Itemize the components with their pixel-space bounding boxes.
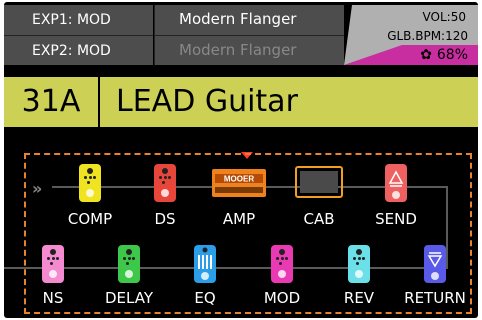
delay-label: DELAY: [105, 289, 153, 307]
current-effect-name[interactable]: Modern Flanger: [154, 5, 344, 35]
amp-brand: MOOER: [224, 175, 254, 184]
ds-label: DS: [154, 210, 176, 228]
chain-line-bottom: [4, 267, 448, 269]
pedal-screen: EXP1: MOD EXP2: MOD Modern Flanger Moder…: [4, 2, 478, 318]
input-arrows-icon: »: [32, 179, 43, 198]
comp-pedal[interactable]: [79, 164, 101, 202]
bpm-readout: GLB.BPM:120: [387, 29, 468, 43]
return-icon[interactable]: [424, 245, 446, 283]
chain-line-right: [446, 186, 448, 268]
eq-icon[interactable]: [194, 245, 216, 283]
exp1-assignment[interactable]: EXP1: MOD: [4, 5, 153, 35]
amp-icon[interactable]: MOOER: [212, 169, 266, 197]
send-icon[interactable]: [385, 164, 407, 202]
rev-label: REV: [343, 289, 375, 307]
cab-label: CAB: [303, 210, 335, 228]
comp-label: COMP: [67, 210, 113, 228]
battery-readout: ✿ 68%: [420, 47, 468, 63]
gear-icon: ✿: [420, 47, 432, 63]
ns-label: NS: [42, 289, 64, 307]
status-panel: VOL:50 GLB.BPM:120 ✿ 68%: [344, 5, 478, 65]
exp2-assignment[interactable]: EXP2: MOD: [4, 35, 153, 65]
cab-icon[interactable]: [295, 166, 343, 198]
ds-pedal[interactable]: [154, 164, 176, 202]
header: EXP1: MOD EXP2: MOD Modern Flanger Moder…: [4, 2, 478, 65]
rev-pedal[interactable]: [348, 245, 370, 283]
preset-number: 31A: [4, 77, 100, 127]
eq-label: EQ: [194, 289, 216, 307]
ns-pedal[interactable]: [42, 245, 64, 283]
battery-percent: 68%: [436, 47, 468, 63]
mod-pedal[interactable]: [271, 245, 293, 283]
next-effect-name: Modern Flanger: [154, 35, 344, 65]
volume-readout: VOL:50: [422, 10, 466, 24]
amp-label: AMP: [222, 210, 256, 228]
preset-name: LEAD Guitar: [116, 84, 298, 119]
send-label: SEND: [375, 210, 417, 228]
return-label: RETURN: [404, 289, 466, 307]
mod-label: MOD: [263, 289, 301, 307]
delay-pedal[interactable]: [118, 245, 140, 283]
preset-bar[interactable]: 31A LEAD Guitar: [4, 77, 478, 127]
